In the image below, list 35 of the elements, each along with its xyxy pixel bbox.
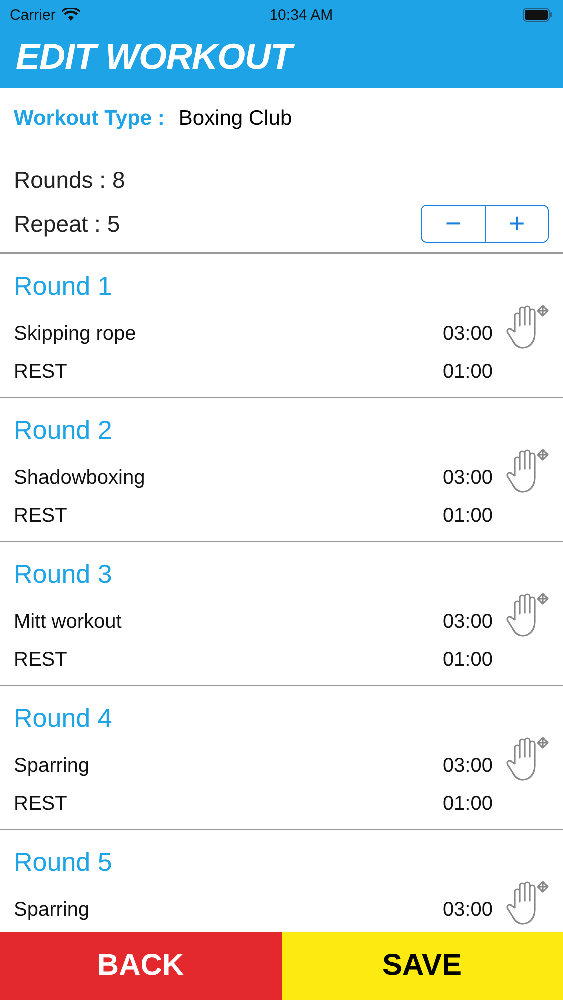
activity-time: 01:00	[442, 361, 493, 384]
activity-time: 03:00	[442, 899, 493, 922]
carrier-label: Carrier	[10, 6, 56, 24]
repeat-count: Repeat : 5	[14, 210, 120, 238]
activity-name: Mitt workout	[14, 611, 122, 634]
page-title: EDIT WORKOUT	[0, 30, 563, 78]
activity-name: REST	[14, 793, 68, 816]
rounds-count: Rounds : 8	[14, 166, 126, 194]
activity-name: Sparring	[14, 755, 90, 778]
activity-time: 03:00	[442, 611, 493, 634]
save-button[interactable]: SAVE	[282, 932, 563, 1000]
status-time: 10:34 AM	[270, 6, 334, 24]
activity-time: 03:00	[442, 323, 493, 346]
activity-name: Skipping rope	[14, 323, 136, 346]
workout-type-value: Boxing Club	[178, 107, 292, 131]
increment-button[interactable]: +	[485, 206, 548, 242]
activity-name: Sparring	[14, 899, 90, 922]
round-title: Round 3	[14, 558, 114, 590]
wifi-icon	[62, 8, 80, 22]
activity-name: REST	[14, 505, 68, 528]
activity-name: REST	[14, 649, 68, 672]
round-title: Round 1	[14, 270, 114, 302]
workout-type-label: Workout Type :	[14, 107, 165, 131]
activity-time: 03:00	[442, 467, 493, 490]
activity-name: Shadowboxing	[14, 467, 146, 490]
round-title: Round 5	[14, 846, 114, 878]
activity-time: 01:00	[442, 649, 493, 672]
back-button[interactable]: BACK	[0, 932, 282, 1000]
round-title: Round 2	[14, 414, 114, 446]
battery-icon	[522, 8, 553, 22]
activity-time: 01:00	[442, 793, 493, 816]
round-title: Round 4	[14, 702, 114, 734]
activity-time: 03:00	[442, 755, 493, 778]
activity-name: REST	[14, 361, 68, 384]
activity-time: 01:00	[442, 505, 493, 528]
